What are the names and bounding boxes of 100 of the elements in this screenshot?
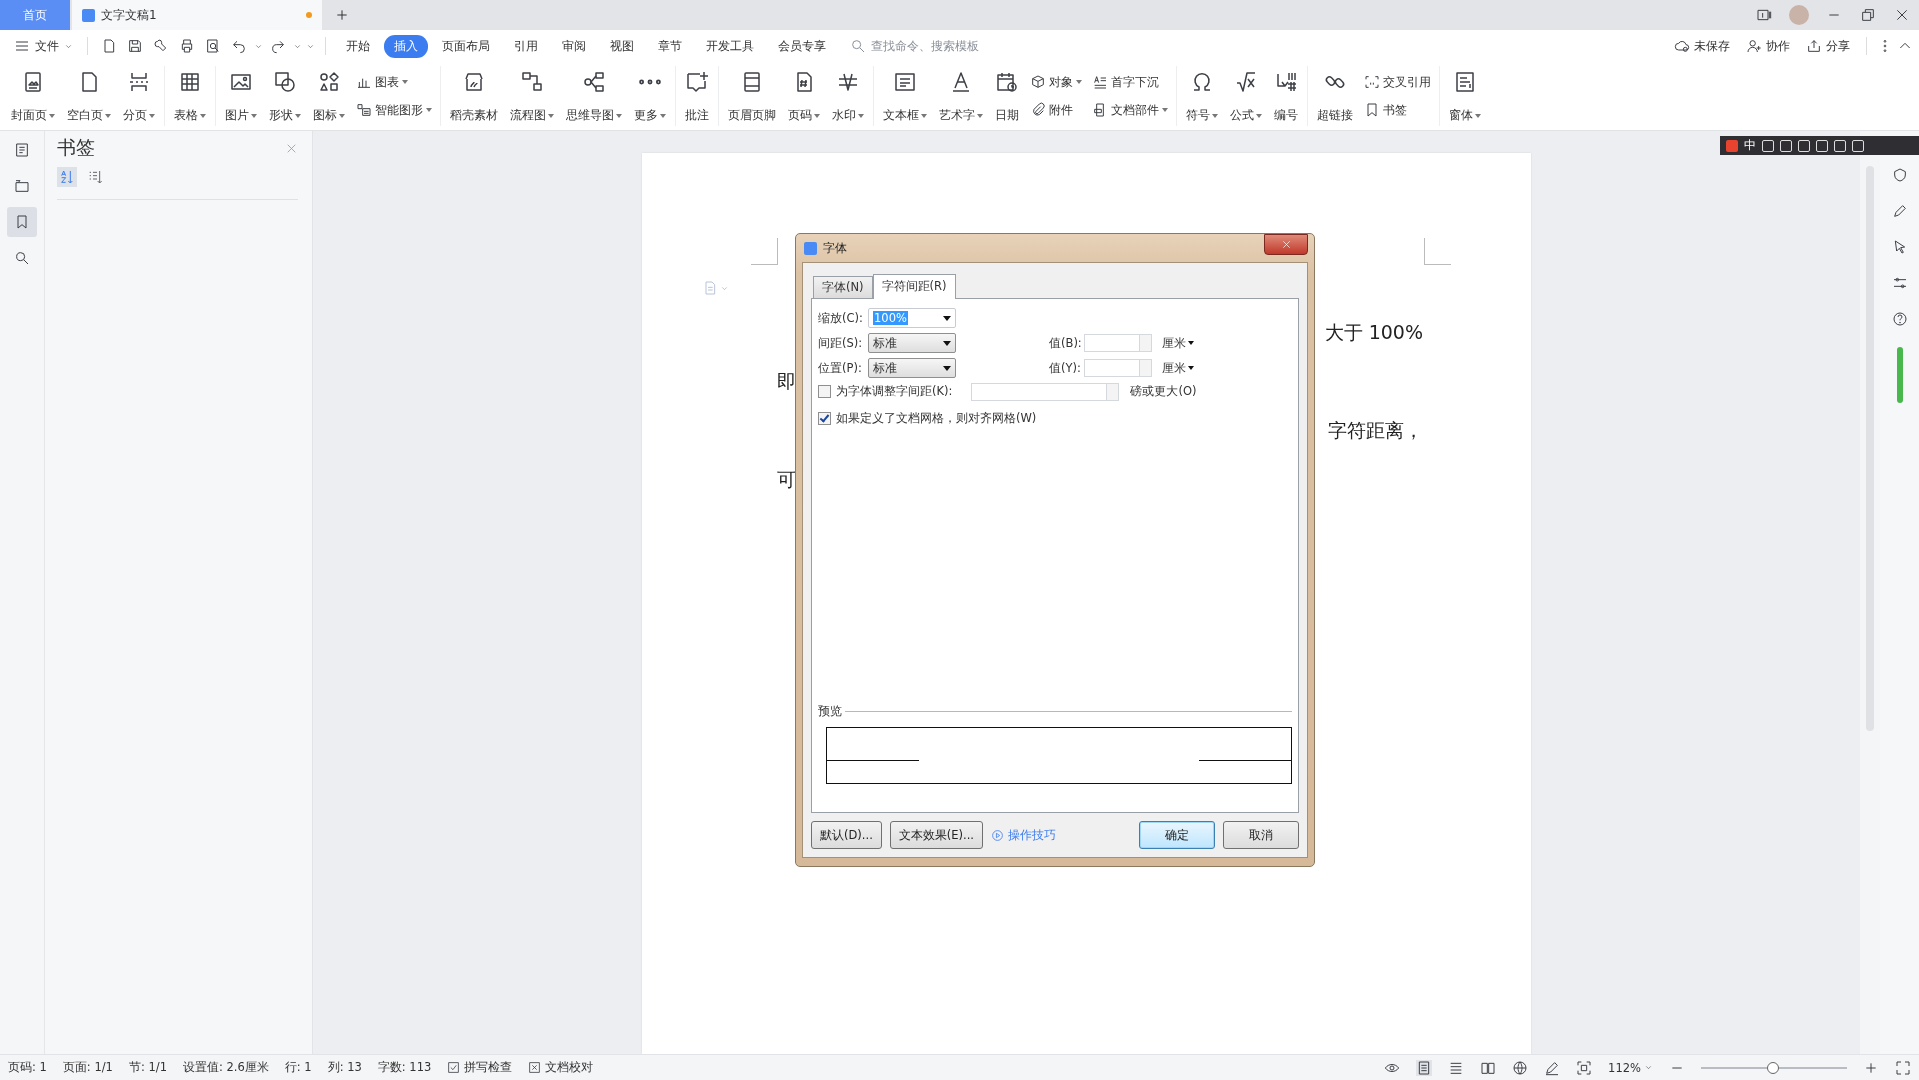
ribbon-button[interactable]: 智能图形 [356, 101, 432, 119]
sidebar-button[interactable] [7, 207, 37, 237]
undo-icon[interactable] [231, 38, 247, 54]
print-preview-icon[interactable] [205, 38, 221, 54]
redo-icon[interactable] [270, 38, 286, 54]
caret-icon [548, 113, 554, 118]
ribbon-button[interactable]: 批注 [680, 64, 714, 128]
ribbon-button[interactable]: 图表 [356, 73, 432, 91]
slider-thumb[interactable] [1766, 1061, 1779, 1074]
ribbon-button[interactable]: 图片 [220, 64, 262, 128]
spin-field[interactable] [971, 382, 1120, 401]
ribbon-button[interactable]: 形状 [264, 64, 306, 128]
ribbon-button[interactable]: 超链接 [1312, 64, 1358, 128]
fit-page-icon[interactable] [1576, 1059, 1593, 1076]
ribbon-button[interactable]: 流程图 [505, 64, 559, 128]
page-view-icon[interactable] [1416, 1059, 1433, 1076]
spin-field[interactable] [1084, 359, 1152, 377]
ribbon-tab[interactable]: 会员专享 [768, 34, 836, 58]
ribbon-button[interactable]: 封面页 [6, 64, 60, 128]
ribbon-button[interactable]: 公式 [1225, 64, 1267, 128]
ribbon-tab[interactable]: 开发工具 [696, 34, 764, 58]
close-button[interactable] [1894, 7, 1910, 23]
ribbon-button[interactable]: 页码 [783, 64, 825, 128]
status-text: 页面: 1/1 [62, 1060, 113, 1075]
checkbox[interactable] [818, 385, 831, 398]
pencil-icon[interactable] [1891, 203, 1908, 219]
zoom-menu[interactable]: 112% [1608, 1060, 1653, 1075]
ribbon-button[interactable]: 编号 [1269, 64, 1303, 128]
ribbon-button[interactable]: 艺术字 [934, 64, 988, 128]
globe-icon[interactable] [1512, 1059, 1529, 1076]
ribbon-button[interactable]: 交叉引用 [1364, 73, 1431, 91]
spin-field[interactable] [1084, 334, 1152, 352]
toolbar-icon[interactable] [1852, 139, 1864, 152]
ribbon-button[interactable]: 思维导图 [561, 64, 627, 128]
dialog-tab[interactable]: 字体(N) [813, 276, 873, 298]
dropdown[interactable]: 标准 [868, 333, 956, 353]
ribbon-button[interactable]: 窗体 [1444, 64, 1486, 128]
ribbon-tab[interactable]: 章节 [648, 34, 692, 58]
ribbon-tab[interactable]: 页面布局 [432, 34, 500, 58]
ribbon-button[interactable]: 首字下沉 [1092, 73, 1168, 91]
close-button[interactable] [1264, 234, 1308, 255]
body-text: 可 [777, 466, 796, 492]
input-mode[interactable]: 中 [1744, 137, 1756, 154]
toolbar-icon[interactable] [1762, 139, 1774, 152]
dialog-tab[interactable]: 字符间距(R) [872, 274, 956, 299]
shield-icon[interactable] [1891, 167, 1908, 183]
pen-icon[interactable] [1544, 1059, 1561, 1076]
status-button[interactable]: 拼写检查 [447, 1060, 513, 1075]
ribbon-button[interactable]: 表格 [169, 64, 211, 128]
toolbar-button[interactable]: 分享 [1806, 37, 1850, 55]
ribbon-button[interactable]: 文档部件 [1092, 101, 1168, 119]
ribbon-button[interactable]: 分页 [118, 64, 160, 128]
checkbox[interactable] [818, 412, 831, 425]
unit-dropdown[interactable]: 厘米 [1152, 335, 1292, 351]
document-tab[interactable]: 文字文稿1 [72, 0, 322, 30]
ribbon-button[interactable]: 日期 [990, 64, 1024, 128]
ribbon-button[interactable]: 附件 [1030, 101, 1082, 119]
toolbar-icon[interactable] [1798, 139, 1810, 152]
ribbon-tab[interactable]: 视图 [600, 34, 644, 58]
dialog-button[interactable]: 确定 [1139, 821, 1215, 849]
toolbar-button[interactable]: 未保存 [1674, 37, 1730, 55]
dropdown[interactable]: 标准 [868, 358, 956, 378]
file-menu[interactable]: 文件 [14, 37, 73, 55]
ribbon-button[interactable]: 图标 [308, 64, 350, 128]
toolbar-icon[interactable] [1834, 139, 1846, 152]
fullscreen-button[interactable] [1895, 1059, 1911, 1076]
field-label: 值(Y): [1049, 360, 1082, 376]
input-method-icon[interactable] [1726, 139, 1738, 152]
ribbon-button[interactable]: 空白页 [62, 64, 116, 128]
print-icon[interactable] [179, 38, 195, 54]
ribbon-button[interactable]: 对象 [1030, 73, 1082, 91]
ribbon-button[interactable]: 符号 [1181, 64, 1223, 128]
ribbon-button[interactable]: 稻壳素材 [445, 64, 503, 128]
status-button[interactable]: 文档校对 [528, 1060, 594, 1075]
dialog-button[interactable]: 默认(D)... [811, 821, 882, 849]
ribbon-button[interactable]: 页眉页脚 [723, 64, 781, 128]
ribbon-tab[interactable]: 审阅 [552, 34, 596, 58]
ribbon-button[interactable]: 书签 [1364, 101, 1431, 119]
dialog-button[interactable]: 取消 [1223, 821, 1299, 849]
sort-button[interactable] [57, 167, 77, 187]
dialog-button[interactable]: 文本效果(E)... [889, 821, 983, 849]
ribbon-tab[interactable]: 引用 [504, 34, 548, 58]
ribbon-tab[interactable]: 开始 [336, 34, 380, 58]
restore-button[interactable] [1860, 7, 1876, 23]
window-switch-icon[interactable] [1756, 7, 1772, 23]
search-field[interactable]: 查找命令、搜索模板 [850, 38, 1003, 54]
new-document-icon[interactable] [101, 38, 117, 54]
sliders-icon[interactable] [1891, 275, 1908, 291]
toolbar-button[interactable]: 协作 [1746, 37, 1790, 55]
save-icon[interactable] [127, 38, 143, 54]
ribbon-button[interactable]: 文本框 [878, 64, 932, 128]
unit-dropdown[interactable]: 厘米 [1152, 360, 1292, 376]
ribbon-tab[interactable]: 插入 [384, 34, 428, 58]
toolbar-icon[interactable] [1780, 139, 1792, 152]
new-tab-button[interactable] [334, 7, 350, 23]
toolbar-icon[interactable] [1816, 139, 1828, 152]
ribbon-button[interactable]: 水印 [827, 64, 869, 128]
ribbon-button[interactable]: 更多 [629, 64, 671, 128]
help-icon[interactable] [1891, 311, 1908, 327]
tips-link[interactable]: 操作技巧 [991, 827, 1056, 843]
